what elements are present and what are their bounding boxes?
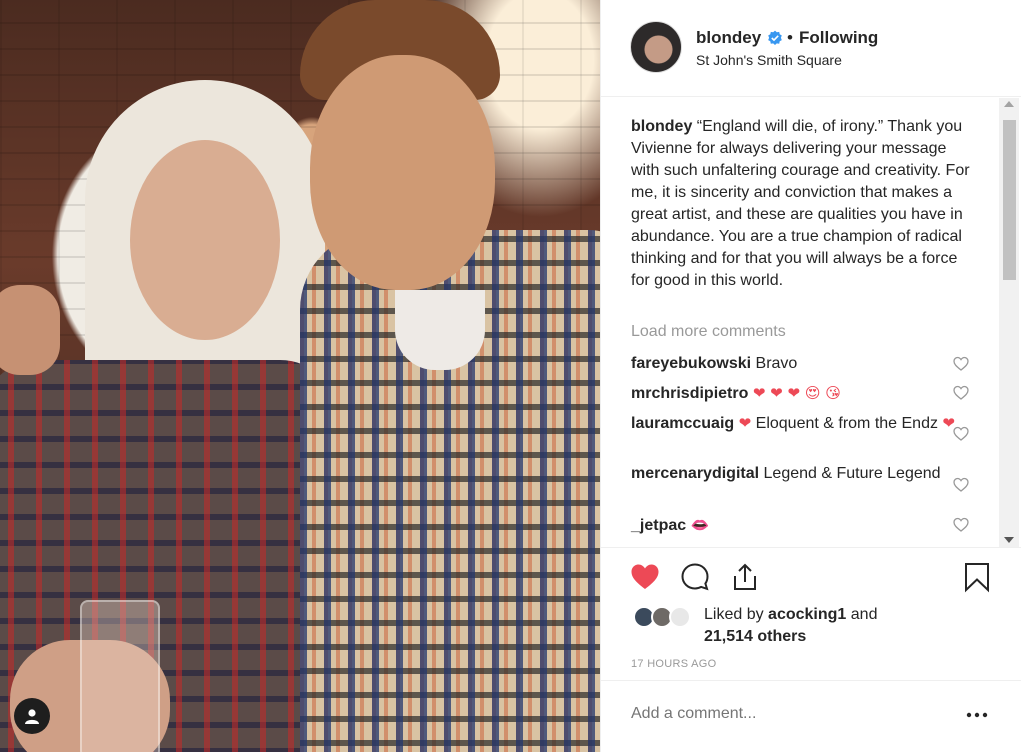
- caption-username[interactable]: blondey: [631, 118, 692, 135]
- comment-like-heart-icon[interactable]: [953, 426, 969, 442]
- comment-username[interactable]: fareyebukowski: [631, 355, 751, 372]
- comments-section[interactable]: blondey “England will die, of irony.” Th…: [601, 98, 1021, 548]
- comment-like-heart-icon[interactable]: [953, 517, 969, 533]
- add-comment-input[interactable]: [631, 705, 951, 723]
- comment-item: fareyebukowski Bravo: [631, 353, 961, 375]
- caption-text: “England will die, of irony.” Thank you …: [631, 118, 970, 289]
- comment-username[interactable]: lauramccuaig: [631, 415, 734, 432]
- more-options-icon[interactable]: [965, 705, 989, 725]
- verified-badge-icon: [768, 30, 782, 45]
- post-details-panel: blondey • Following St John's Smith Squa…: [600, 0, 1021, 752]
- account-icon: [25, 709, 39, 724]
- photo-figure-left-face: [130, 140, 280, 340]
- account-button[interactable]: [14, 698, 50, 734]
- liked-by-others-count[interactable]: 21,514 others: [704, 628, 806, 645]
- comment-item: mercenarydigital Legend & Future Legend: [631, 463, 961, 485]
- share-icon[interactable]: [729, 561, 761, 593]
- photo-figure-right-shirt: [395, 290, 485, 370]
- comment-emoji: ❤ ❤ ❤ 😍 😘: [752, 384, 841, 402]
- post-header: blondey • Following St John's Smith Squa…: [601, 0, 1021, 97]
- bookmark-icon[interactable]: [961, 561, 993, 593]
- liked-by-user[interactable]: acocking1: [768, 606, 846, 623]
- post-photo[interactable]: [0, 0, 600, 752]
- liked-by-prefix: Liked by: [704, 606, 764, 623]
- post-timestamp[interactable]: 17 HOURS AGO: [631, 658, 717, 670]
- post-actions: [601, 555, 1021, 600]
- comment-username[interactable]: mercenarydigital: [631, 465, 759, 482]
- scroll-down-arrow-icon[interactable]: [1004, 537, 1014, 543]
- post-caption: blondey “England will die, of irony.” Th…: [631, 116, 976, 292]
- comment-item: _jetpac 👄: [631, 514, 961, 537]
- comment-item: mrchrisdipietro ❤ ❤ ❤ 😍 😘: [631, 382, 961, 405]
- scroll-up-arrow-icon[interactable]: [1004, 101, 1014, 107]
- photo-glass: [80, 600, 160, 752]
- following-button[interactable]: Following: [799, 28, 878, 48]
- photo-figure-right-face: [310, 55, 495, 290]
- post-username[interactable]: blondey: [696, 28, 761, 48]
- add-comment-bar: [601, 680, 1021, 752]
- heart-icon[interactable]: [629, 561, 661, 593]
- comment-like-heart-icon[interactable]: [953, 477, 969, 493]
- comment-like-heart-icon[interactable]: [953, 356, 969, 372]
- liked-by-text: Liked by acocking1 and 21,514 others: [704, 604, 877, 648]
- post-location[interactable]: St John's Smith Square: [696, 52, 842, 68]
- comment-item: lauramccuaig ❤ Eloquent & from the Endz …: [631, 412, 961, 435]
- comment-text: Bravo: [755, 355, 798, 372]
- avatar[interactable]: [630, 21, 682, 73]
- likes-summary: Liked by acocking1 and 21,514 others: [601, 600, 1021, 650]
- header-separator: •: [787, 28, 793, 47]
- comment-emoji: ❤: [738, 414, 752, 432]
- comment-icon[interactable]: [679, 561, 711, 593]
- comment-text: Legend & Future Legend: [763, 465, 941, 482]
- comment-text: Eloquent & from the Endz: [755, 415, 938, 432]
- photo-hand: [0, 285, 60, 375]
- scrollbar-thumb[interactable]: [1003, 120, 1016, 280]
- comment-like-heart-icon[interactable]: [953, 385, 969, 401]
- comment-username[interactable]: _jetpac: [631, 517, 686, 534]
- liked-by-and: and: [850, 606, 878, 623]
- avatar[interactable]: [669, 606, 691, 628]
- load-more-comments-button[interactable]: Load more comments: [631, 323, 786, 341]
- comment-emoji: 👄: [690, 516, 710, 534]
- comment-username[interactable]: mrchrisdipietro: [631, 385, 748, 402]
